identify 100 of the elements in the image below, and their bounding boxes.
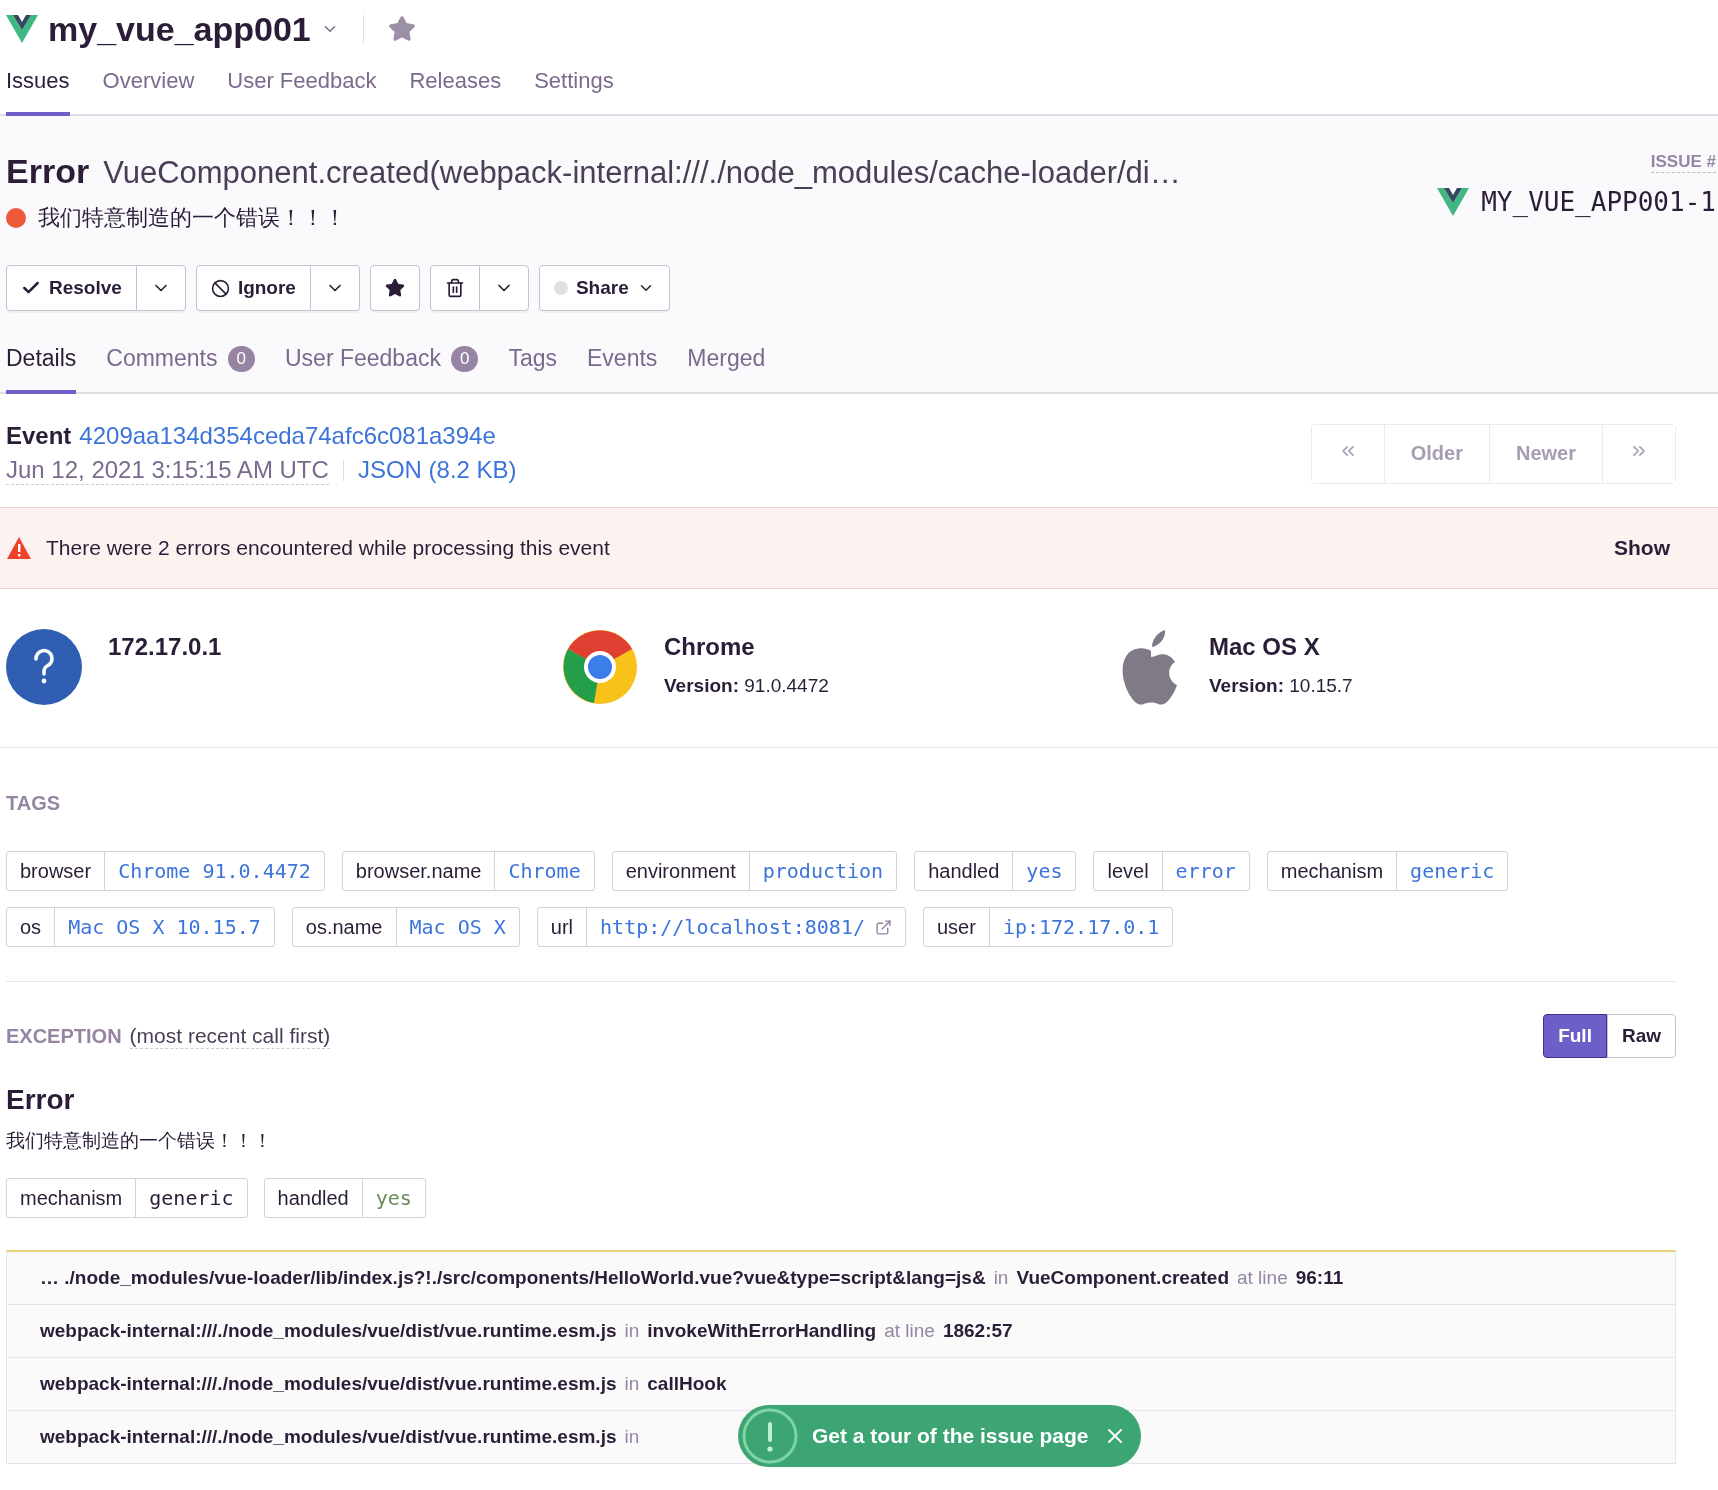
- stack-frame[interactable]: webpack-internal:///./node_modules/vue/dist/vue.runtime.esm.js in callHook: [7, 1358, 1675, 1411]
- tag-pill[interactable]: os.name Mac OS X: [291, 907, 520, 947]
- issue-short-id: MY_VUE_APP001-1: [1481, 187, 1716, 217]
- frame-file: webpack-internal:///./node_modules/vue/dist/vue.runtime.esm.js: [40, 1373, 617, 1395]
- tag-value[interactable]: Mac OS X 10.15.7: [55, 908, 274, 946]
- tag-key: browser.name: [342, 852, 496, 890]
- star-icon: [384, 278, 405, 298]
- section-subheading: (most recent call first): [129, 1023, 331, 1049]
- error-culprit: VueComponent.created(webpack-internal:///./node_modules/cache-loader/di…: [103, 155, 1181, 191]
- mechanism-value: generic: [148, 1185, 235, 1212]
- detail-tab[interactable]: Merged: [687, 337, 766, 394]
- show-button[interactable]: Show: [1608, 535, 1676, 561]
- context-title: 172.17.0.1: [108, 633, 222, 661]
- tag-pill[interactable]: mechanism generic: [1266, 851, 1509, 891]
- tab-label: Merged: [687, 345, 766, 372]
- frame-line: 1862:57: [942, 1320, 1013, 1342]
- section-heading: TAGS: [6, 792, 62, 815]
- stack-frame[interactable]: webpack-internal:///./node_modules/vue/dist/vue.runtime.esm.js in invokeWithErrorHandling at line 1862:57: [7, 1305, 1675, 1358]
- tag-value[interactable]: generic: [1397, 852, 1508, 890]
- json-link[interactable]: JSON (8.2 KB): [357, 456, 517, 485]
- tag-pill[interactable]: user ip:172.17.0.1: [922, 907, 1174, 947]
- tag-key: handled: [915, 852, 1014, 890]
- tag-key: handled: [264, 1179, 363, 1217]
- view-toggle-button[interactable]: Raw: [1606, 1014, 1676, 1058]
- tag-value[interactable]: ip:172.17.0.1: [989, 908, 1173, 946]
- detail-tab[interactable]: Details: [6, 337, 77, 394]
- event-date: Jun 12, 2021 3:15:15 AM UTC: [6, 456, 329, 485]
- tab-label: Events: [587, 345, 658, 372]
- detail-tab[interactable]: User Feedback 0: [285, 337, 479, 394]
- nav-tab[interactable]: Overview: [102, 58, 195, 116]
- tag-pill[interactable]: browser.name Chrome: [341, 851, 595, 891]
- error-type: Error: [6, 152, 90, 191]
- issue-label: ISSUE #: [1650, 152, 1716, 173]
- section-heading: EXCEPTION: [6, 1024, 122, 1048]
- view-toggle-button[interactable]: Full: [1543, 1014, 1607, 1058]
- tag-value[interactable]: production: [749, 852, 897, 890]
- detail-tab[interactable]: Tags: [508, 337, 557, 394]
- frame-line: 96:11: [1295, 1267, 1344, 1289]
- external-link-icon[interactable]: [874, 918, 892, 936]
- tag-pill[interactable]: environment production: [611, 851, 898, 891]
- context-version: Version: 10.15.7: [1209, 675, 1353, 697]
- nav-tab[interactable]: Releases: [409, 58, 502, 116]
- stack-frame[interactable]: … ./node_modules/vue-loader/lib/index.js?!./src/components/HelloWorld.vue?vue&type=script&lang=js& in VueComponent.created at line 96:11: [7, 1252, 1675, 1305]
- frame-file: webpack-internal:///./node_modules/vue/dist/vue.runtime.esm.js: [40, 1426, 617, 1448]
- frame-function: callHook: [647, 1373, 727, 1395]
- exclamation-icon: [742, 1408, 798, 1464]
- detail-tab[interactable]: Comments 0: [106, 337, 255, 394]
- frame-function: invokeWithErrorHandling: [647, 1320, 877, 1342]
- count-badge: 0: [227, 345, 255, 372]
- warning-icon: [6, 536, 32, 560]
- event-id-link[interactable]: 4209aa134d354ceda74afc6c081a394e: [79, 422, 496, 450]
- vue-logo-icon: [6, 15, 38, 43]
- tag-key: os: [7, 908, 56, 946]
- status-dot-icon: [553, 281, 568, 295]
- frame-file: webpack-internal:///./node_modules/vue/dist/vue.runtime.esm.js: [40, 1320, 617, 1342]
- tag-value[interactable]: http://localhost:8081/: [587, 908, 905, 946]
- tag-key: browser: [7, 852, 106, 890]
- mechanism-value: yes: [374, 1185, 413, 1212]
- question-icon: [6, 629, 82, 705]
- star-icon[interactable]: [387, 15, 416, 43]
- tag-value[interactable]: Chrome 91.0.4472: [105, 852, 324, 890]
- level-dot: [6, 208, 26, 228]
- detail-tab[interactable]: Events: [587, 337, 658, 394]
- frame-connector: in: [993, 1267, 1009, 1289]
- tag-pill[interactable]: handled yes: [914, 851, 1077, 891]
- frame-connector: in: [624, 1373, 640, 1395]
- tab-label: Tags: [508, 345, 557, 372]
- tour-toast[interactable]: Get a tour of the issue page: [738, 1405, 1141, 1467]
- share-button[interactable]: Share: [539, 266, 669, 310]
- tab-label: Details: [6, 345, 77, 372]
- nav-tab[interactable]: Settings: [534, 58, 614, 116]
- frame-file: … ./node_modules/vue-loader/lib/index.js?!./src/components/HelloWorld.vue?vue&type=script&lang=js&: [40, 1267, 986, 1289]
- alert-message: There were 2 errors encountered while processing this event: [46, 536, 611, 560]
- project-name[interactable]: my_vue_app001: [48, 9, 311, 49]
- tag-key: environment: [612, 852, 750, 890]
- tab-label: Comments: [106, 345, 218, 372]
- tag-key: url: [537, 908, 588, 946]
- tag-pill[interactable]: url http://localhost:8081/: [536, 907, 906, 947]
- tag-value[interactable]: Chrome: [495, 852, 594, 890]
- tag-value[interactable]: error: [1162, 852, 1249, 890]
- trash-icon: [444, 278, 465, 298]
- frame-connector: at line: [884, 1320, 935, 1342]
- tag-key: user: [923, 908, 990, 946]
- tag-value[interactable]: Mac OS X: [396, 908, 519, 946]
- tag-key: mechanism: [1267, 852, 1398, 890]
- tag-pill[interactable]: level error: [1093, 851, 1250, 891]
- tag-pill[interactable]: os Mac OS X 10.15.7: [6, 907, 275, 947]
- tag-value[interactable]: yes: [1013, 852, 1076, 890]
- ban-icon: [210, 278, 230, 298]
- tag-pill[interactable]: browser Chrome 91.0.4472: [6, 851, 325, 891]
- tag-key: level: [1094, 852, 1163, 890]
- chrome-logo-icon: [562, 629, 638, 705]
- nav-tab[interactable]: User Feedback: [227, 58, 377, 116]
- count-badge: 0: [450, 345, 479, 372]
- exception-type: Error: [6, 1084, 76, 1116]
- error-message: 我们特意制造的一个错误！！！: [38, 204, 346, 232]
- frame-function: VueComponent.created: [1016, 1267, 1229, 1289]
- vue-logo-icon: [1437, 188, 1470, 216]
- tag-key: mechanism: [7, 1179, 137, 1217]
- frame-connector: in: [624, 1320, 640, 1342]
